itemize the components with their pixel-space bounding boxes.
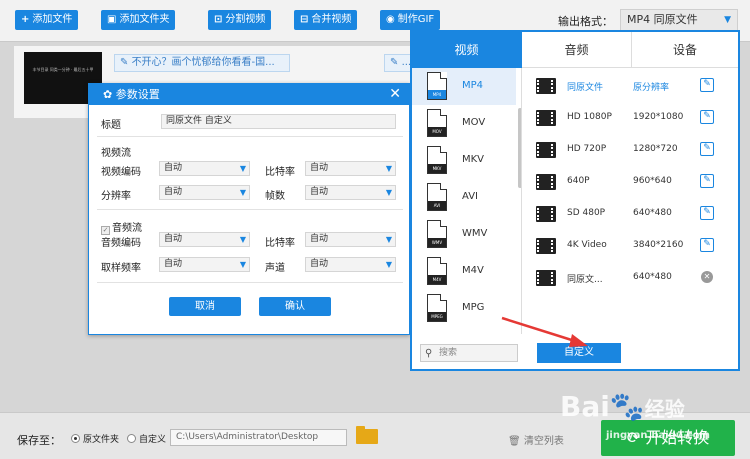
paw-icon: 🐾 (609, 390, 645, 423)
baidu-watermark-url: jingyan.baidu.com (606, 430, 710, 441)
trash-icon: 🗑 (508, 436, 521, 447)
clear-list-button[interactable]: 🗑 清空列表 (508, 432, 564, 447)
save-to-label: 保存至： (17, 434, 61, 447)
radio-source-folder[interactable]: 原文件夹 (71, 432, 119, 445)
baidu-watermark: Bai🐾经验 (560, 390, 685, 423)
radio-icon (71, 434, 80, 443)
output-path-input[interactable]: C:\Users\Administrator\Desktop (170, 429, 347, 446)
radio-custom[interactable]: 自定义 (127, 432, 166, 445)
folder-icon[interactable] (356, 426, 378, 444)
radio-icon (127, 434, 136, 443)
